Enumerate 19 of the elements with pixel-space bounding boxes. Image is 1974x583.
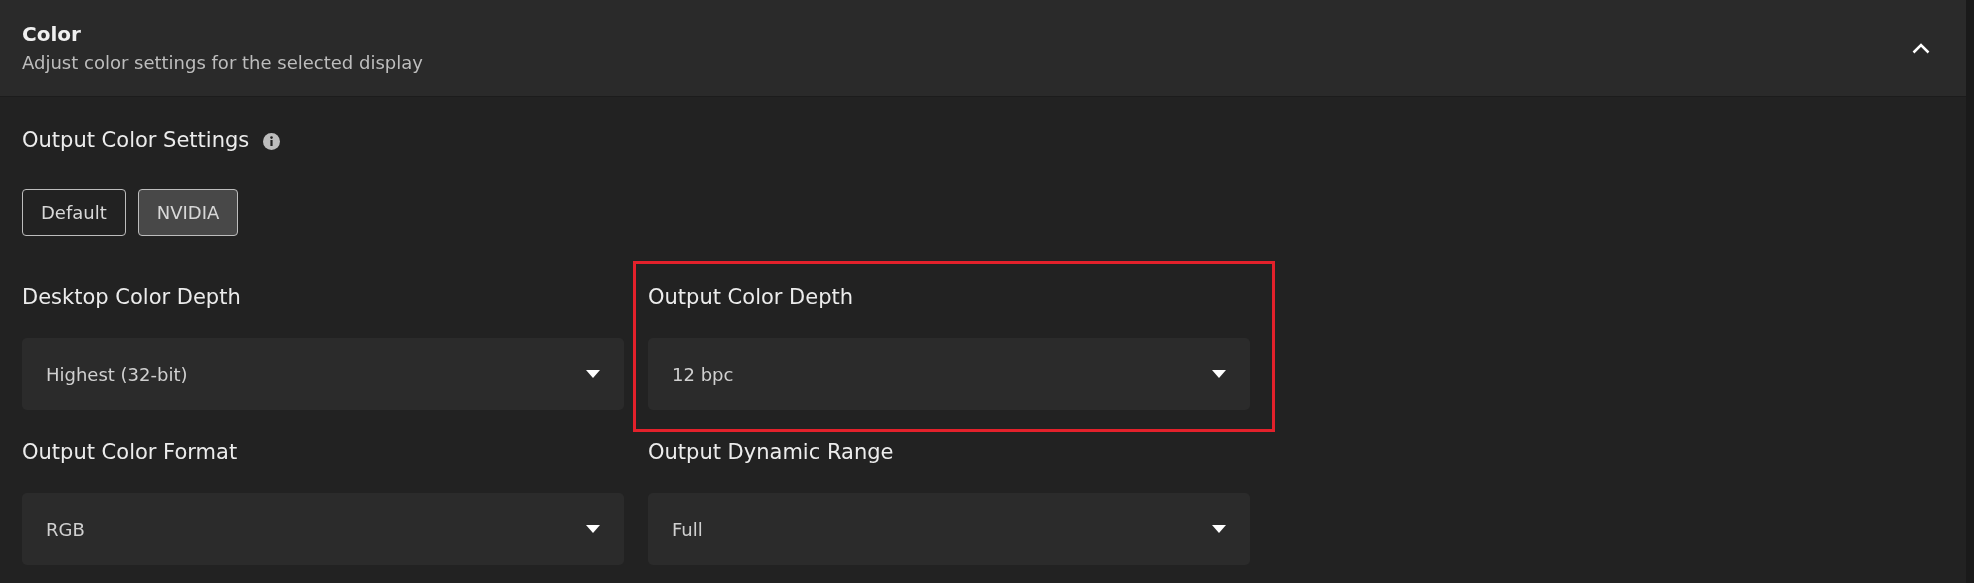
option-button[interactable]: NVIDIA <box>137 189 239 236</box>
section-header[interactable]: Color Adjust color settings for the selected display <box>0 0 1966 97</box>
field-label: Output Color Format <box>22 440 239 464</box>
field-label: Output Color Depth <box>648 285 855 309</box>
option-button[interactable]: Default <box>22 189 126 236</box>
dropdown[interactable]: Highest (32-bit) <box>22 338 624 410</box>
setting-label: Output Color Settings <box>22 127 250 155</box>
section-subtitle: Adjust color settings for the selected display <box>22 52 424 74</box>
caret-icon <box>1212 370 1226 378</box>
section-title: Color <box>22 22 82 46</box>
dropdown[interactable]: 12 bpc <box>648 338 1250 410</box>
dropdown[interactable]: RGB <box>22 493 624 565</box>
caret-icon <box>1212 525 1226 533</box>
info-icon[interactable] <box>263 132 281 150</box>
field-label: Desktop Color Depth <box>22 285 242 309</box>
dropdown[interactable]: Full <box>648 493 1250 565</box>
caret-icon <box>586 370 600 378</box>
field-label: Output Dynamic Range <box>648 440 895 464</box>
caret-icon <box>586 525 600 533</box>
